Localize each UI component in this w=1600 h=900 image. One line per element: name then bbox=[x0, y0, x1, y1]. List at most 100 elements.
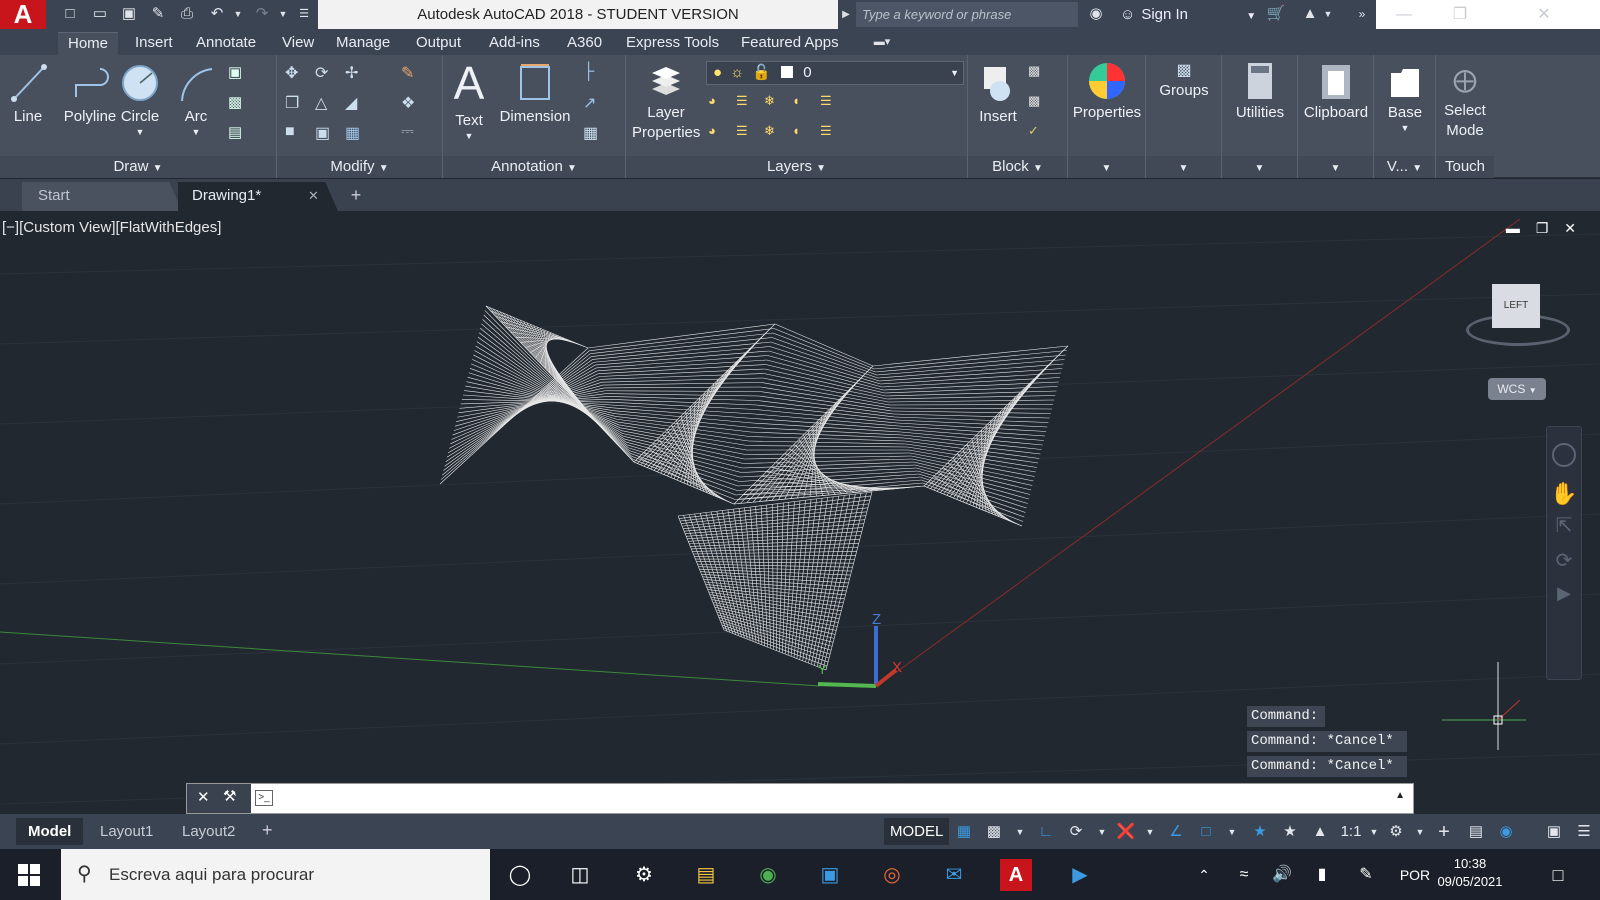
application-menu-button[interactable]: A bbox=[0, 0, 46, 29]
customize-qat-icon[interactable]: ☰ bbox=[294, 5, 314, 23]
file-explorer-icon[interactable]: ▤ bbox=[690, 859, 722, 891]
annotation-scale-value[interactable]: 1:1 bbox=[1338, 822, 1364, 842]
layout-tab-model[interactable]: Model bbox=[16, 818, 84, 845]
offset-icon[interactable]: ⎓ bbox=[401, 123, 423, 145]
isolate-objects-icon[interactable]: ▤ bbox=[1466, 822, 1486, 842]
undo-icon[interactable]: ↶ bbox=[207, 5, 227, 23]
arc-button[interactable]: Arc ▼ bbox=[174, 61, 218, 137]
sign-in-button[interactable]: ☺ Sign In ▼ bbox=[1120, 0, 1256, 29]
movie-maker-icon[interactable]: ▶ bbox=[1064, 859, 1096, 891]
close-icon[interactable]: ✕ bbox=[308, 182, 319, 210]
array-icon[interactable]: ▦ bbox=[345, 123, 367, 145]
new-tab-button[interactable]: + bbox=[344, 183, 368, 207]
tab-output[interactable]: Output bbox=[406, 32, 471, 55]
groups-button[interactable]: ▩ Groups bbox=[1148, 61, 1220, 101]
explode-icon[interactable]: ❖ bbox=[401, 93, 423, 115]
chevron-down-icon[interactable]: ▼ bbox=[1140, 822, 1160, 842]
steering-wheel-icon[interactable] bbox=[1552, 443, 1576, 467]
cart-icon[interactable]: 🛒 bbox=[1266, 5, 1286, 23]
mirror-icon[interactable]: △ bbox=[315, 93, 337, 115]
viewport-controls-label[interactable]: [−][Custom View][FlatWithEdges] bbox=[2, 219, 221, 236]
notification-icon[interactable]: □ bbox=[1542, 859, 1574, 891]
mail-icon[interactable]: ✉ bbox=[938, 859, 970, 891]
zoom-extents-icon[interactable]: ⇱ bbox=[1547, 513, 1581, 538]
chevron-down-icon[interactable]: ▼ bbox=[1364, 822, 1384, 842]
volume-icon[interactable]: 🔊 bbox=[1266, 859, 1298, 891]
settings-icon[interactable]: ⚙ bbox=[628, 859, 660, 891]
copy-icon[interactable]: ❐ bbox=[285, 93, 307, 115]
layer-on-icon[interactable]: ◕ bbox=[708, 123, 730, 145]
chevron-down-icon[interactable]: ▼ bbox=[1092, 822, 1112, 842]
polyline-button[interactable]: Polyline bbox=[54, 61, 126, 127]
base-view-button[interactable]: Base ▼ bbox=[1376, 61, 1434, 133]
grid-icon[interactable]: ▦ bbox=[954, 822, 974, 842]
tab-manage[interactable]: Manage bbox=[326, 32, 400, 55]
layer-thaw-icon[interactable]: ❄ bbox=[764, 123, 786, 145]
snap-icon[interactable]: ▩ bbox=[984, 822, 1004, 842]
media-player-icon[interactable]: ◎ bbox=[876, 859, 908, 891]
pan-icon[interactable]: ✋ bbox=[1547, 481, 1581, 507]
tab-a360[interactable]: A360 bbox=[557, 32, 612, 55]
language-indicator[interactable]: POR bbox=[1398, 859, 1432, 891]
rectangle-icon[interactable]: ▣ bbox=[228, 63, 250, 85]
gear-icon[interactable]: ⚙ bbox=[1386, 822, 1406, 842]
annotation-scale-icon[interactable]: ▲ bbox=[1310, 822, 1330, 842]
object-snap-icon[interactable]: □ bbox=[1196, 822, 1216, 842]
rotate-icon[interactable]: ⟳ bbox=[315, 63, 337, 85]
save-as-icon[interactable]: ✎ bbox=[148, 5, 168, 23]
chrome-icon[interactable]: ◉ bbox=[752, 859, 784, 891]
stretch-icon[interactable]: ■ bbox=[285, 123, 307, 145]
layer-isolate-icon[interactable]: ☰ bbox=[736, 93, 758, 115]
start-tab[interactable]: Start bbox=[22, 182, 182, 211]
properties-panel-expand[interactable]: ▼ bbox=[1068, 156, 1145, 178]
overflow-icon[interactable]: » bbox=[1352, 5, 1372, 23]
utilities-button[interactable]: Utilities bbox=[1224, 61, 1296, 123]
redo-dropdown-icon[interactable]: ▼ bbox=[273, 5, 293, 23]
boundary-icon[interactable]: ▤ bbox=[228, 123, 250, 145]
table-icon[interactable]: ▦ bbox=[583, 123, 605, 145]
chevron-down-icon[interactable]: ▼ bbox=[118, 127, 162, 137]
layer-match-icon[interactable]: ☰ bbox=[820, 93, 842, 115]
search-expand-icon[interactable]: ▶ bbox=[838, 0, 854, 29]
trim-icon[interactable]: ✢ bbox=[345, 63, 367, 85]
edit-attributes-icon[interactable]: ✓ bbox=[1028, 123, 1050, 145]
model-space-button[interactable]: MODEL bbox=[884, 818, 950, 845]
show-hidden-icons[interactable]: ⌃ bbox=[1188, 859, 1220, 891]
layer-properties-button[interactable]: Layer Properties bbox=[632, 61, 700, 143]
viewcube[interactable]: LEFT bbox=[1462, 282, 1572, 352]
dimension-button[interactable]: Dimension bbox=[497, 61, 573, 127]
wrench-icon[interactable]: ⚒ bbox=[223, 787, 236, 805]
chevron-down-icon[interactable]: ▼ bbox=[174, 127, 218, 137]
autodesk-exchange-icon[interactable]: ▲ bbox=[1300, 5, 1320, 23]
insert-button[interactable]: Insert bbox=[972, 61, 1024, 127]
polar-tracking-icon[interactable]: ⟳ bbox=[1066, 822, 1086, 842]
close-icon[interactable]: ✕ bbox=[197, 788, 210, 806]
add-layout-button[interactable]: + bbox=[262, 820, 273, 841]
block-panel-title[interactable]: Block ▼ bbox=[968, 156, 1067, 178]
tab-home[interactable]: Home bbox=[58, 32, 119, 55]
windows-start-button[interactable] bbox=[18, 864, 40, 886]
groups-panel-expand[interactable]: ▼ bbox=[1146, 156, 1221, 178]
chevron-down-icon[interactable]: ▼ bbox=[1246, 11, 1256, 22]
layer-unisolate-icon[interactable]: ☰ bbox=[736, 123, 758, 145]
plus-icon[interactable]: + bbox=[1434, 822, 1454, 842]
clean-screen-icon[interactable]: ▣ bbox=[1544, 822, 1564, 842]
tab-view[interactable]: View bbox=[272, 32, 324, 55]
viewcube-face[interactable]: LEFT bbox=[1492, 284, 1540, 328]
scale-icon[interactable]: ▣ bbox=[315, 123, 337, 145]
linear-dimension-icon[interactable]: ├ bbox=[583, 63, 605, 85]
circle-button[interactable]: Circle ▼ bbox=[118, 61, 162, 137]
erase-icon[interactable]: ✎ bbox=[401, 63, 423, 85]
chevron-down-icon[interactable]: ▼ bbox=[1010, 822, 1030, 842]
autocad-taskbar-icon[interactable]: A bbox=[1000, 859, 1032, 891]
system-clock[interactable]: 10:38 09/05/2021 bbox=[1434, 855, 1506, 891]
chevron-down-icon[interactable]: ▼ bbox=[1318, 5, 1338, 23]
hardware-acceleration-icon[interactable]: ◉ bbox=[1496, 822, 1516, 842]
open-file-icon[interactable]: ▭ bbox=[90, 5, 110, 23]
restore-icon[interactable]: ❐ bbox=[1536, 220, 1549, 236]
annotation-visibility-icon[interactable]: ★ bbox=[1250, 822, 1270, 842]
tab-annotate[interactable]: Annotate bbox=[186, 32, 266, 55]
leader-icon[interactable]: ↗ bbox=[583, 93, 605, 115]
chevron-down-icon[interactable]: ▼ bbox=[1410, 822, 1430, 842]
properties-button[interactable]: Properties bbox=[1070, 61, 1144, 123]
